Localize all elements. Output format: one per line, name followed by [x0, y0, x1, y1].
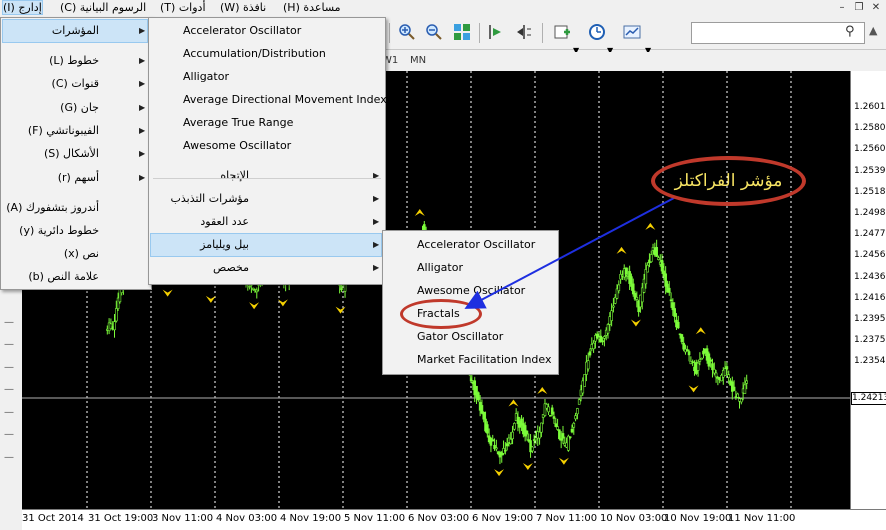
annotation-label: مؤشر الفراكتلز — [674, 171, 783, 191]
annotation-arrow — [464, 197, 675, 309]
